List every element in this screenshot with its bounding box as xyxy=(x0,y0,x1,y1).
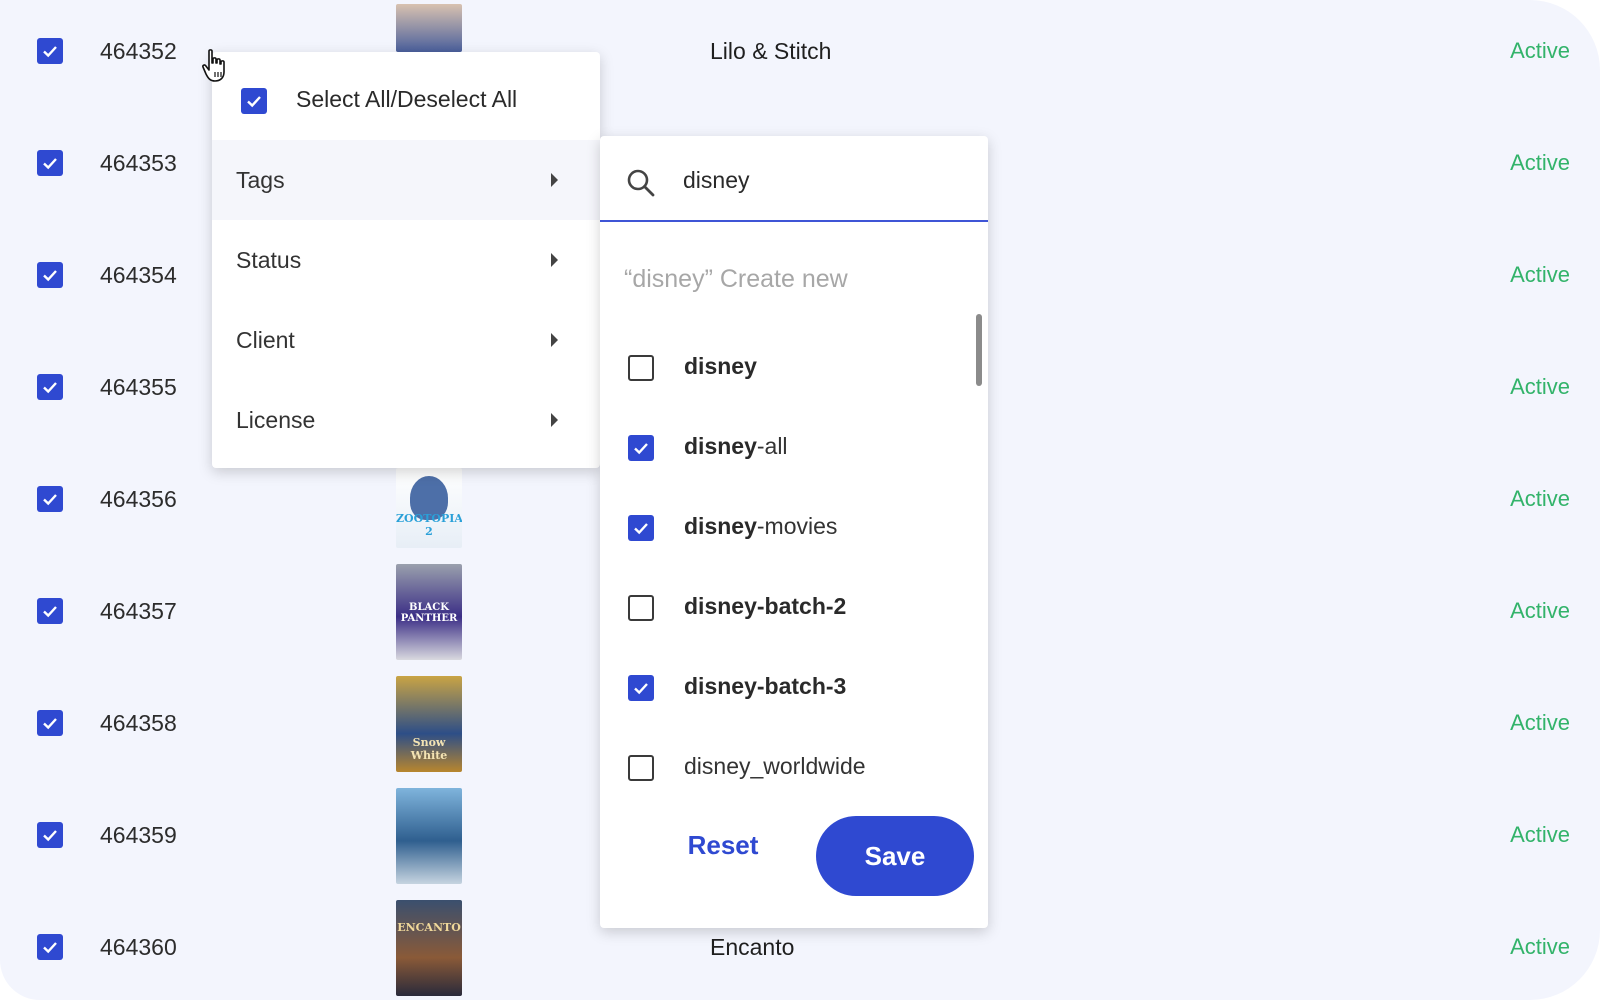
menu-item-label: Tags xyxy=(236,167,285,193)
row-id: 464357 xyxy=(100,598,177,624)
status-badge: Active xyxy=(1510,822,1570,847)
status-badge: Active xyxy=(1510,598,1570,623)
bulk-actions-menu: Select All/Deselect All Tags Status Clie… xyxy=(212,52,600,468)
row-title: Lilo & Stitch xyxy=(710,38,832,64)
row-title: Encanto xyxy=(710,934,795,960)
status-badge: Active xyxy=(1510,374,1570,399)
tag-list-scrollbar[interactable] xyxy=(976,314,982,386)
row-checkbox[interactable] xyxy=(37,822,63,848)
poster-thumbnail: ENCANTO xyxy=(396,900,462,996)
row-id: 464360 xyxy=(100,934,177,960)
tag-option[interactable]: disney_worldwide xyxy=(600,728,960,808)
chevron-right-icon xyxy=(551,413,558,427)
status-badge: Active xyxy=(1510,710,1570,735)
row-checkbox[interactable] xyxy=(37,262,63,288)
status-badge: Active xyxy=(1510,38,1570,63)
hand-pointer-cursor-icon xyxy=(202,49,225,82)
poster-thumbnail xyxy=(396,788,462,884)
tag-checkbox[interactable] xyxy=(628,755,654,781)
tag-checkbox[interactable] xyxy=(628,675,654,701)
poster-thumbnail: BLACK PANTHER xyxy=(396,564,462,660)
row-checkbox[interactable] xyxy=(37,486,63,512)
poster-thumbnail: Snow White xyxy=(396,676,462,772)
poster-title: ENCANTO xyxy=(397,921,461,934)
row-id: 464353 xyxy=(100,150,177,176)
row-id: 464355 xyxy=(100,374,177,400)
tag-checkbox[interactable] xyxy=(628,355,654,381)
search-icon xyxy=(627,169,655,197)
menu-item-license[interactable]: License xyxy=(212,380,600,460)
row-id: 464354 xyxy=(100,262,177,288)
poster-title: Snow White xyxy=(410,736,448,762)
menu-item-label: License xyxy=(236,407,316,433)
status-badge: Active xyxy=(1510,262,1570,287)
tag-label: disney_worldwide xyxy=(684,753,866,779)
tags-submenu: “disney” Create new disney disney-all di… xyxy=(600,136,988,928)
tag-option[interactable]: disney-batch-2 xyxy=(600,568,960,648)
chevron-right-icon xyxy=(551,173,558,187)
select-all-option[interactable]: Select All/Deselect All xyxy=(212,52,600,140)
menu-item-status[interactable]: Status xyxy=(212,220,600,300)
row-checkbox[interactable] xyxy=(37,934,63,960)
tag-label: disney-movies xyxy=(684,513,838,539)
tag-checkbox[interactable] xyxy=(628,595,654,621)
row-checkbox[interactable] xyxy=(37,38,63,64)
row-checkbox[interactable] xyxy=(37,598,63,624)
tag-search-input[interactable] xyxy=(683,162,963,198)
menu-item-label: Status xyxy=(236,247,302,273)
status-badge: Active xyxy=(1510,934,1570,959)
status-badge: Active xyxy=(1510,150,1570,175)
create-query: “disney” xyxy=(624,265,713,293)
media-list-app: 464352 Lilo & Stitch Active 464353 Activ… xyxy=(0,0,1600,1000)
tag-option[interactable]: disney-batch-3 xyxy=(600,648,960,728)
status-badge: Active xyxy=(1510,486,1570,511)
row-checkbox[interactable] xyxy=(37,710,63,736)
tag-option[interactable]: disney xyxy=(600,328,960,408)
tag-label: disney-batch-3 xyxy=(684,673,847,699)
row-checkbox[interactable] xyxy=(37,150,63,176)
row-checkbox[interactable] xyxy=(37,374,63,400)
poster-title: ZOOTOPIA 2 xyxy=(396,512,462,538)
row-id: 464352 xyxy=(100,38,177,64)
chevron-right-icon xyxy=(551,333,558,347)
row-id: 464358 xyxy=(100,710,177,736)
save-button[interactable]: Save xyxy=(816,816,974,896)
row-id: 464356 xyxy=(100,486,177,512)
menu-item-client[interactable]: Client xyxy=(212,300,600,380)
chevron-right-icon xyxy=(551,253,558,267)
tag-option[interactable]: disney-movies xyxy=(600,488,960,568)
menu-item-label: Client xyxy=(236,327,295,353)
create-label: Create new xyxy=(719,265,848,293)
tag-checkbox[interactable] xyxy=(628,435,654,461)
menu-item-tags[interactable]: Tags xyxy=(212,140,600,220)
row-id: 464359 xyxy=(100,822,177,848)
select-all-checkbox[interactable] xyxy=(241,88,267,114)
poster-title: BLACK PANTHER xyxy=(400,602,458,624)
reset-button[interactable]: Reset xyxy=(660,816,786,874)
tag-label: disney xyxy=(684,353,757,379)
tag-label: disney-all xyxy=(684,433,788,459)
poster-thumbnail: ZOOTOPIA 2 xyxy=(396,468,462,548)
tag-checkbox[interactable] xyxy=(628,515,654,541)
tag-search-bar xyxy=(600,136,988,222)
select-all-label: Select All/Deselect All xyxy=(296,86,518,112)
tag-option[interactable]: disney-all xyxy=(600,408,960,488)
create-new-tag-option[interactable]: “disney” Create new xyxy=(624,265,848,294)
poster-thumbnail xyxy=(396,4,462,52)
tag-label: disney-batch-2 xyxy=(684,593,847,619)
